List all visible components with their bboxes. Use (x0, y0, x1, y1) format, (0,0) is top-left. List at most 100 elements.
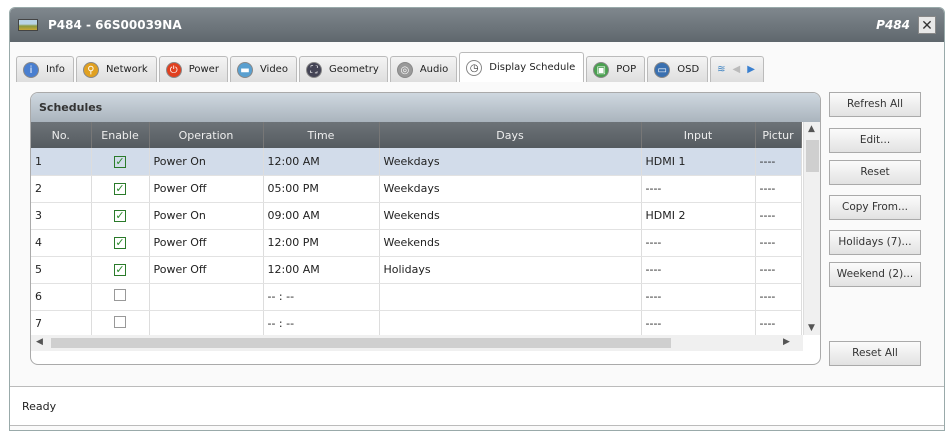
network-icon: ⚲ (82, 61, 99, 78)
tab-label: Geometry (328, 64, 379, 75)
cell-time: 12:00 AM (263, 148, 380, 176)
table-row[interactable]: 1 ✓ Power On 12:00 AM Weekdays HDMI 1 --… (31, 148, 802, 176)
cell-picture: ---- (755, 229, 802, 257)
scroll-right-icon[interactable]: ▶ (747, 64, 755, 75)
close-button[interactable]: ✕ (918, 16, 936, 34)
app-logo-icon (18, 19, 38, 31)
panel-title: Schedules (31, 93, 820, 122)
enable-checkbox[interactable] (114, 316, 126, 328)
cell-no: 4 (31, 229, 92, 257)
tab-label: Network (105, 64, 148, 75)
tab-label: OSD (677, 64, 700, 75)
column-header[interactable]: Enable (91, 122, 150, 148)
enable-checkbox[interactable]: ✓ (114, 237, 126, 249)
power-icon: ⏻ (165, 61, 182, 78)
tab-info[interactable]: i Info (16, 56, 74, 82)
window-title: P484 - 66S00039NA (48, 18, 182, 32)
cell-time: -- : -- (263, 283, 380, 311)
vertical-scrollbar[interactable]: ▲ ▼ (803, 122, 820, 335)
title-bar: P484 - 66S00039NA P484 ✕ (10, 8, 944, 42)
app-window: P484 - 66S00039NA P484 ✕ i Info ⚲ Network ⏻ P… (9, 7, 945, 431)
info-icon: i (23, 61, 39, 78)
tab-pop[interactable]: ▣ POP (586, 56, 646, 82)
cell-days (379, 310, 642, 338)
cell-days: Weekends (379, 229, 642, 257)
cell-operation: Power Off (149, 175, 264, 203)
cell-input: ---- (641, 175, 756, 203)
audio-icon: ◎ (396, 61, 413, 78)
cell-input: ---- (641, 310, 756, 338)
copy-from-button[interactable]: Copy From... (829, 195, 921, 220)
cell-no: 1 (31, 148, 92, 176)
model-label: P484 (876, 18, 910, 32)
enable-checkbox[interactable]: ✓ (114, 183, 126, 195)
cell-picture: ---- (755, 148, 802, 176)
horizontal-scrollbar[interactable]: ◀ ▶ (31, 335, 803, 351)
cell-input: ---- (641, 256, 756, 284)
tab-label: Power (188, 64, 219, 75)
table-row[interactable]: 3 ✓ Power On 09:00 AM Weekends HDMI 2 --… (31, 202, 802, 230)
column-header[interactable]: Days (379, 122, 642, 148)
cell-input: HDMI 2 (641, 202, 756, 230)
cell-time: 12:00 AM (263, 256, 380, 284)
cell-days: Holidays (379, 256, 642, 284)
geometry-icon: ⛶ (305, 61, 322, 78)
cell-operation: Power Off (149, 256, 264, 284)
clock-icon: ◷ (466, 59, 483, 76)
tab-display-schedule[interactable]: ◷ Display Schedule (459, 52, 585, 82)
table-row[interactable]: 2 ✓ Power Off 05:00 PM Weekdays ---- ---… (31, 175, 802, 203)
cell-time: 09:00 AM (263, 202, 380, 230)
tab-label: Info (46, 64, 65, 75)
edit-button[interactable]: Edit... (829, 128, 921, 153)
enable-checkbox[interactable]: ✓ (114, 155, 126, 168)
tab-scroll-controls: ≋ ◀ ▶ (710, 56, 764, 82)
table-row[interactable]: 5 ✓ Power Off 12:00 AM Holidays ---- ---… (31, 256, 802, 284)
cell-time: 12:00 PM (263, 229, 380, 257)
tab-osd[interactable]: ▭ OSD (647, 56, 709, 82)
cell-no: 6 (31, 283, 92, 311)
tab-geometry[interactable]: ⛶ Geometry (298, 56, 388, 82)
weekend-button[interactable]: Weekend (2)... (829, 262, 921, 287)
cell-picture: ---- (755, 202, 802, 230)
cell-days: Weekdays (379, 175, 642, 203)
column-header[interactable]: Time (263, 122, 380, 148)
table-row[interactable]: 4 ✓ Power Off 12:00 PM Weekends ---- ---… (31, 229, 802, 257)
column-header[interactable]: No. (31, 122, 92, 148)
cell-input: HDMI 1 (641, 148, 756, 176)
tab-power[interactable]: ⏻ Power (158, 56, 228, 82)
table-row[interactable]: 6 -- : -- ---- ---- (31, 283, 802, 311)
cell-time: -- : -- (263, 310, 380, 338)
cell-operation (149, 283, 264, 311)
enable-checkbox[interactable]: ✓ (114, 210, 126, 222)
osd-icon: ▭ (654, 61, 671, 78)
pop-icon: ▣ (593, 61, 610, 78)
scroll-left-icon[interactable]: ◀ (733, 64, 741, 75)
cell-input: ---- (641, 229, 756, 257)
reset-all-button[interactable]: Reset All (829, 341, 921, 366)
schedules-panel: Schedules No. Enable Operation Time Days Inpu… (30, 92, 821, 365)
wireless-icon[interactable]: ≋ (717, 64, 725, 75)
tab-audio[interactable]: ◎ Audio (389, 56, 458, 82)
column-header[interactable]: Operation (149, 122, 264, 148)
cell-days: Weekends (379, 202, 642, 230)
column-header[interactable]: Pictur (755, 122, 802, 148)
cell-no: 2 (31, 175, 92, 203)
cell-days (379, 283, 642, 311)
video-icon: ▬ (236, 61, 253, 78)
cell-picture: ---- (755, 256, 802, 284)
enable-checkbox[interactable]: ✓ (114, 264, 126, 276)
cell-days: Weekdays (379, 148, 642, 176)
cell-no: 3 (31, 202, 92, 230)
column-header[interactable]: Input (641, 122, 756, 148)
tab-video[interactable]: ▬ Video (229, 56, 297, 82)
reset-button[interactable]: Reset (829, 160, 921, 185)
enable-checkbox[interactable] (114, 289, 126, 301)
cell-picture: ---- (755, 310, 802, 338)
holidays-button[interactable]: Holidays (7)... (829, 230, 921, 255)
tab-label: Video (259, 64, 288, 75)
refresh-all-button[interactable]: Refresh All (829, 92, 921, 117)
tab-network[interactable]: ⚲ Network (75, 56, 157, 82)
cell-no: 5 (31, 256, 92, 284)
schedule-table: No. Enable Operation Time Days Input Pictur 1 … (31, 122, 802, 338)
table-row[interactable]: 7 -- : -- ---- ---- (31, 310, 802, 338)
